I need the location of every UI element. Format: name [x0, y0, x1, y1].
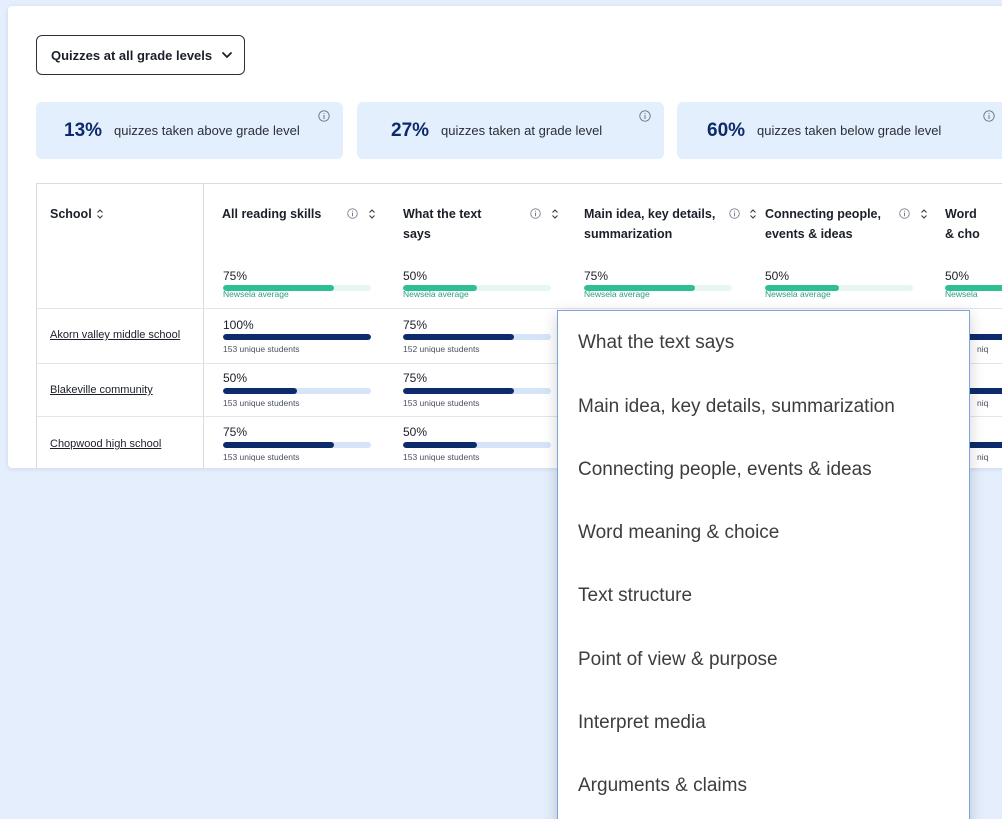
- newsela-average-label: Newsela average: [403, 289, 469, 299]
- school-link[interactable]: Chopwood high school: [50, 438, 161, 450]
- info-icon[interactable]: [729, 208, 740, 219]
- info-icon[interactable]: [899, 208, 910, 219]
- menu-item-point-of-view[interactable]: Point of view & purpose: [578, 649, 778, 671]
- info-icon[interactable]: [347, 208, 358, 219]
- unique-students: niq: [977, 344, 989, 354]
- grade-level-label: Quizzes at all grade levels: [51, 47, 213, 63]
- column-title: Connecting people,: [765, 207, 881, 221]
- stat-above-pct: 13%: [64, 119, 103, 141]
- cell-pct: 100%: [223, 318, 254, 332]
- stat-below-pct: 60%: [707, 119, 746, 141]
- cell-progress-bar: [403, 334, 551, 340]
- unique-students: 152 unique students: [403, 344, 480, 354]
- stat-at-text: quizzes taken at grade level: [441, 123, 603, 138]
- menu-item-text-structure[interactable]: Text structure: [578, 585, 692, 607]
- stat-at-pct: 27%: [391, 119, 430, 141]
- unique-students: 153 unique students: [223, 344, 300, 354]
- cell-progress-bar: [223, 334, 371, 340]
- row-divider: [37, 308, 1002, 309]
- newsela-average-label: Newsela average: [584, 289, 650, 299]
- sort-icon[interactable]: [749, 208, 757, 220]
- column-title-line2: says: [403, 227, 431, 241]
- cell-pct: 50%: [223, 371, 248, 385]
- cell-progress-bar: [223, 442, 371, 448]
- newsela-average-pct: 50%: [403, 269, 428, 283]
- school-column-header[interactable]: School: [50, 204, 92, 224]
- newsela-average-label: Newsela: [945, 289, 978, 299]
- cell-pct: 50%: [403, 425, 428, 439]
- unique-students: 153 unique students: [403, 398, 480, 408]
- sort-icon[interactable]: [551, 208, 559, 220]
- school-link[interactable]: Blakeville community: [50, 384, 153, 396]
- newsela-average-pct: 50%: [765, 269, 790, 283]
- stat-at-grade: 27% quizzes taken at grade level: [357, 102, 664, 159]
- grade-level-dropdown[interactable]: Quizzes at all grade levels: [36, 35, 245, 75]
- column-title-line2: & cho: [945, 227, 980, 241]
- cell-pct: 75%: [223, 425, 248, 439]
- unique-students: 153 unique students: [223, 398, 300, 408]
- menu-item-connecting-people[interactable]: Connecting people, events & ideas: [578, 459, 872, 481]
- menu-item-arguments-claims[interactable]: Arguments & claims: [578, 775, 747, 797]
- menu-item-word-meaning[interactable]: Word meaning & choice: [578, 522, 779, 544]
- cell-progress-bar: [403, 442, 551, 448]
- info-icon[interactable]: [983, 110, 995, 122]
- sort-icon[interactable]: [96, 208, 104, 220]
- sort-icon[interactable]: [368, 208, 376, 220]
- unique-students: 153 unique students: [403, 452, 480, 462]
- unique-students: niq: [977, 398, 989, 408]
- info-icon[interactable]: [318, 110, 330, 122]
- newsela-average-label: Newsela average: [223, 289, 289, 299]
- cell-progress-bar: [967, 334, 1002, 340]
- stat-above-text: quizzes taken above grade level: [114, 123, 300, 138]
- cell-progress-bar: [967, 388, 1002, 394]
- newsela-average-label: Newsela average: [765, 289, 831, 299]
- newsela-average-pct: 75%: [223, 269, 248, 283]
- stat-above-grade: 13% quizzes taken above grade level: [36, 102, 343, 159]
- unique-students: niq: [977, 452, 989, 462]
- column-title: Main idea, key details,: [584, 207, 716, 221]
- sort-icon[interactable]: [920, 208, 928, 220]
- cell-progress-bar: [967, 442, 1002, 448]
- stat-below-text: quizzes taken below grade level: [757, 123, 942, 138]
- column-divider: [203, 184, 204, 468]
- menu-item-main-idea[interactable]: Main idea, key details, summarization: [578, 396, 895, 418]
- cell-pct: 75%: [403, 371, 428, 385]
- stat-below-grade: 60% quizzes taken below grade level: [677, 102, 1002, 159]
- school-link[interactable]: Akorn valley middle school: [50, 329, 180, 341]
- column-title-line2: events & ideas: [765, 227, 853, 241]
- chevron-down-icon: [222, 52, 233, 58]
- column-title: All reading skills: [222, 207, 322, 221]
- unique-students: 153 unique students: [223, 452, 300, 462]
- newsela-average-pct: 50%: [945, 269, 970, 283]
- menu-item-interpret-media[interactable]: Interpret media: [578, 712, 706, 734]
- column-title-line2: summarization: [584, 227, 673, 241]
- column-title: Word: [945, 207, 977, 221]
- cell-progress-bar: [223, 388, 371, 394]
- newsela-average-pct: 75%: [584, 269, 609, 283]
- column-title: What the text: [403, 207, 482, 221]
- menu-item-what-text-says[interactable]: What the text says: [578, 332, 734, 354]
- skill-dropdown-menu: What the text says Main idea, key detail…: [557, 310, 970, 819]
- cell-progress-bar: [403, 388, 551, 394]
- cell-pct: 75%: [403, 318, 428, 332]
- info-icon[interactable]: [530, 208, 541, 219]
- info-icon[interactable]: [639, 110, 651, 122]
